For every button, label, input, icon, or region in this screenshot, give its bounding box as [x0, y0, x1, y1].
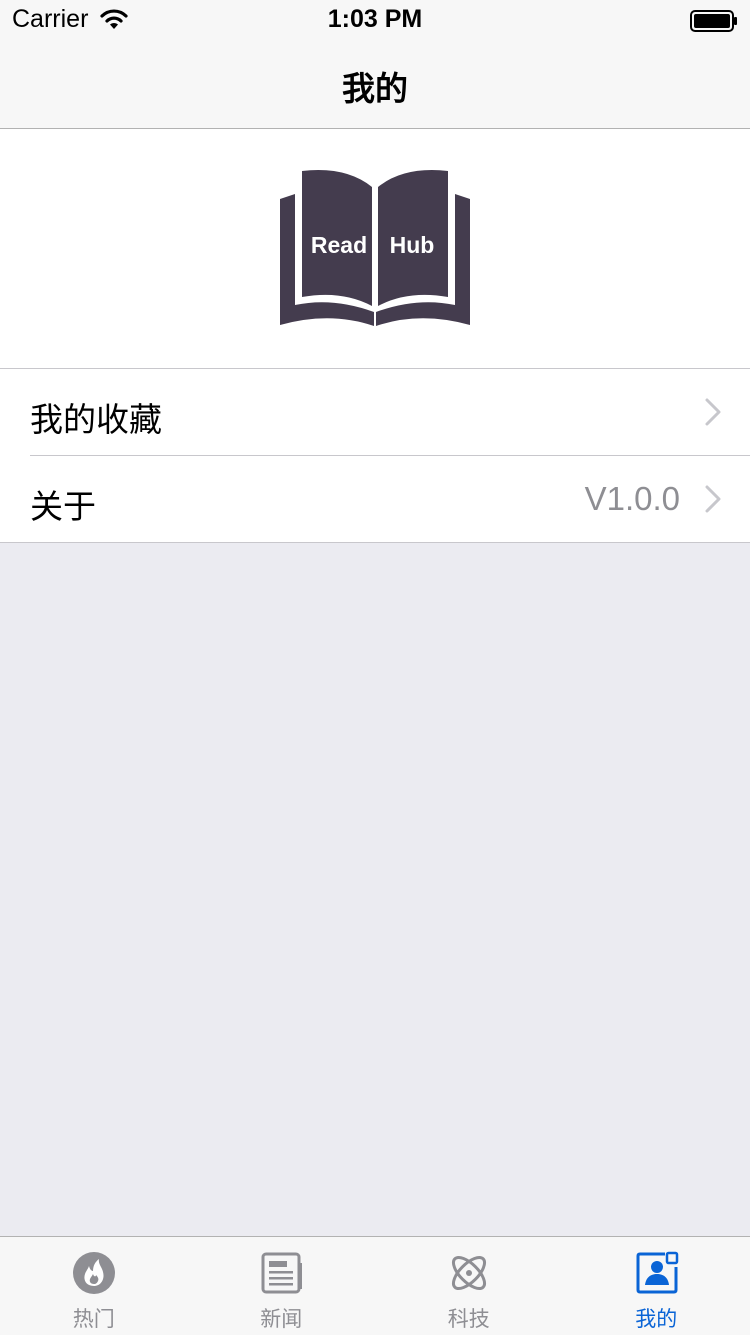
logo-text-read: Read	[311, 232, 367, 258]
tab-news[interactable]: 新闻	[188, 1237, 376, 1335]
chevron-right-icon	[704, 397, 722, 427]
favorites-cell[interactable]: 我的收藏	[0, 369, 750, 456]
page-title: 我的	[0, 62, 750, 110]
about-label: 关于	[30, 480, 96, 528]
fire-icon	[72, 1251, 116, 1295]
chevron-right-icon	[704, 484, 722, 514]
tab-news-label: 新闻	[188, 1303, 376, 1333]
logo-text-hub: Hub	[390, 232, 435, 258]
profile-card-icon	[635, 1251, 679, 1295]
cell-separator	[0, 542, 750, 543]
atom-icon	[447, 1251, 491, 1295]
version-label: V1.0.0	[585, 480, 680, 518]
status-time: 1:03 PM	[0, 5, 750, 34]
favorites-label: 我的收藏	[30, 393, 162, 441]
tab-bar: 热门 新闻 科技 我的	[0, 1236, 750, 1335]
readhub-logo: Read Hub	[278, 169, 472, 329]
tab-hot-label: 热门	[0, 1303, 188, 1333]
navigation-bar: 我的	[0, 40, 750, 129]
battery-icon	[690, 10, 738, 32]
about-cell[interactable]: 关于 V1.0.0	[0, 456, 750, 543]
tab-hot[interactable]: 热门	[0, 1237, 188, 1335]
status-bar: Carrier 1:03 PM	[0, 0, 750, 40]
newspaper-icon	[260, 1251, 304, 1295]
tab-mine-label: 我的	[563, 1303, 750, 1333]
profile-header: Read Hub	[0, 129, 750, 369]
tab-mine[interactable]: 我的	[563, 1237, 750, 1335]
tab-tech-label: 科技	[375, 1303, 563, 1333]
tab-tech[interactable]: 科技	[375, 1237, 563, 1335]
